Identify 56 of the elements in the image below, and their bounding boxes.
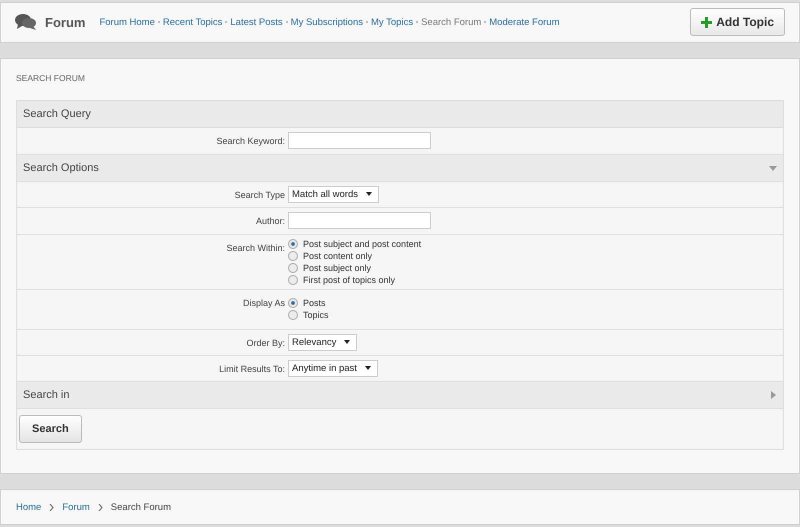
search-button[interactable]: Search — [19, 414, 82, 443]
chat-bubbles-icon — [15, 13, 37, 32]
nav-link[interactable]: Latest Posts — [230, 16, 283, 28]
field-label: Search Within: — [225, 242, 285, 253]
field-label: Author: — [254, 214, 285, 226]
field-label: Order By: — [245, 336, 285, 348]
field-label: Search Type — [234, 188, 285, 200]
breadcrumb-link[interactable]: Search Forum — [110, 502, 171, 513]
section-title: Search in — [23, 388, 70, 401]
nav-link[interactable]: My Subscriptions — [290, 16, 364, 28]
radio-label: Post subject and post content — [303, 238, 422, 249]
separator-dot — [484, 21, 486, 24]
nav-link[interactable]: Search Forum — [421, 16, 482, 28]
radio-button[interactable] — [288, 250, 298, 261]
field-label: Limit Results To: — [218, 362, 285, 374]
radio-label: Topics — [303, 310, 329, 320]
nav-link[interactable]: Moderate Forum — [489, 16, 560, 28]
page-title: SEARCH FORUM — [16, 72, 86, 83]
dropdown[interactable]: Match all words — [288, 186, 379, 203]
collapse-arrow-icon[interactable] — [769, 164, 777, 172]
radio-label: Post content only — [303, 250, 372, 261]
nav-link[interactable]: Forum Home — [99, 16, 155, 28]
plus-icon — [701, 16, 712, 28]
radio-button[interactable] — [288, 238, 298, 249]
dropdown[interactable]: Relevancy — [288, 334, 358, 351]
forum-title: Forum — [45, 14, 86, 30]
radio-button[interactable] — [288, 310, 298, 320]
radio-button[interactable] — [288, 262, 298, 273]
field-label: Search Keyword: — [215, 134, 285, 146]
nav-link[interactable]: Recent Topics — [162, 16, 222, 28]
separator-dot — [366, 21, 368, 24]
dropdown[interactable]: Anytime in past — [288, 360, 378, 377]
radio-button[interactable] — [288, 298, 298, 308]
section-title: Search Query — [23, 108, 91, 120]
separator-dot — [225, 21, 228, 24]
radio-label: Post subject only — [303, 262, 372, 273]
breadcrumb-link[interactable]: Forum — [62, 502, 90, 513]
caret-icon — [344, 340, 350, 344]
chevron-icon — [98, 504, 103, 511]
text-field[interactable] — [288, 212, 431, 230]
radio-button[interactable] — [288, 274, 298, 285]
separator-dot — [286, 21, 288, 24]
caret-icon — [366, 192, 372, 196]
radio-label: First post of topics only — [303, 274, 396, 285]
separator-dot — [416, 21, 418, 24]
radio-label: Posts — [303, 298, 326, 308]
add-topic-button[interactable]: Add Topic — [690, 8, 785, 36]
field-label: Display As — [242, 296, 285, 308]
nav-link[interactable]: My Topics — [371, 16, 414, 28]
chevron-icon — [49, 504, 54, 511]
expand-arrow-icon[interactable] — [769, 390, 777, 399]
caret-icon — [364, 366, 371, 370]
text-field[interactable] — [288, 132, 431, 150]
section-title: Search Options — [23, 162, 99, 174]
separator-dot — [158, 21, 160, 24]
breadcrumb-link[interactable]: Home — [16, 502, 42, 513]
